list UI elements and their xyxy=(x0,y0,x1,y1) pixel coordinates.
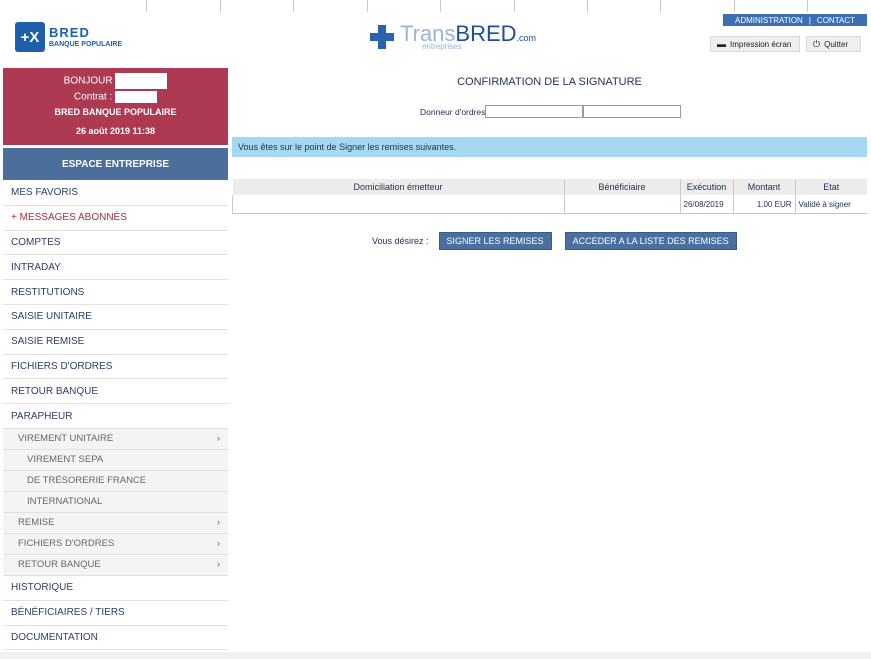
col-execution: Exécution xyxy=(680,179,734,195)
sidebar-item-historique[interactable]: HISTORIQUE xyxy=(3,575,228,601)
administration-link[interactable]: ADMINISTRATION xyxy=(735,16,803,25)
sidebar-item-documentation[interactable]: DOCUMENTATION xyxy=(3,625,228,651)
print-screen-button[interactable]: ▬ Impression écran xyxy=(710,36,800,52)
sidebar-item-fichiers[interactable]: FICHIERS D'ORDRES xyxy=(3,354,228,380)
sidebar-item-restitutions[interactable]: RESTITUTIONS xyxy=(3,280,228,305)
sidebar-sub-retour[interactable]: RETOUR BANQUE › xyxy=(3,554,228,576)
printer-icon: ▬ xyxy=(717,39,726,49)
sidebar-item-saisie-remise[interactable]: SAISIE REMISE xyxy=(3,329,228,355)
donneur-code-field[interactable] xyxy=(485,105,584,118)
greeting: BONJOUR xyxy=(63,75,113,87)
contract-label: Contrat : xyxy=(73,91,113,103)
chevron-right-icon: › xyxy=(216,538,220,550)
sidebar-item-intraday[interactable]: INTRADAY xyxy=(3,255,228,281)
fichiers-label: FICHIERS D'ORDRES xyxy=(18,538,115,550)
cell-etat: Validé à signer xyxy=(795,195,867,214)
cell-domiciliation xyxy=(232,195,565,214)
sign-remises-button[interactable]: SIGNER LES REMISES xyxy=(438,232,552,250)
sidebar-item-saisie-unitaire[interactable]: SAISIE UNITAIRE xyxy=(3,304,228,330)
top-links-bar: ADMINISTRATION | CONTACT xyxy=(723,14,867,26)
actions-label: Vous désirez : xyxy=(372,236,429,246)
quit-button[interactable]: ⏻ Quitter xyxy=(806,36,861,52)
chevron-right-icon: › xyxy=(216,559,220,571)
cell-beneficiaire xyxy=(564,195,681,214)
user-info-panel: BONJOUR Contrat : BRED BANQUE POPULAIRE … xyxy=(3,68,228,145)
bottom-strip xyxy=(0,652,871,659)
bred-tagline: BANQUE POPULAIRE xyxy=(49,41,123,48)
sidebar-sub-tresorerie[interactable]: DE TRÉSORERIE FRANCE xyxy=(3,470,228,492)
chevron-right-icon: › xyxy=(216,433,220,445)
masked-contract xyxy=(115,91,158,103)
trans-com: .com xyxy=(516,33,537,43)
sidebar-sub-remise[interactable]: REMISE › xyxy=(3,512,228,534)
sidebar-item-retour-banque[interactable]: RETOUR BANQUE xyxy=(3,379,228,405)
quit-label: Quitter xyxy=(824,39,849,49)
contact-link[interactable]: CONTACT xyxy=(817,16,855,25)
espace-entreprise-header[interactable]: ESPACE ENTREPRISE xyxy=(3,148,228,180)
sidebar-item-favoris[interactable]: MES FAVORIS xyxy=(3,181,228,206)
donneur-name-field[interactable] xyxy=(583,105,682,118)
virement-unitaire-label: VIREMENT UNITAIRE xyxy=(18,433,114,445)
link-separator: | xyxy=(808,15,811,25)
table-row[interactable]: 26/08/2019 1.00 EUR Validé à signer xyxy=(232,195,867,214)
trans-bold: BRED xyxy=(455,21,517,46)
remises-list-button[interactable]: ACCEDER A LA LISTE DES REMISES xyxy=(564,232,737,250)
session-datetime: 26 août 2019 11:38 xyxy=(75,126,156,136)
chevron-right-icon: › xyxy=(216,517,220,529)
sidebar-menu: MES FAVORIS + MESSAGES ABONNÉS COMPTES I… xyxy=(3,181,228,651)
sidebar-sub-virement-sepa[interactable]: VIREMENT SEPA xyxy=(3,449,228,471)
sidebar-sub-fichiers[interactable]: FICHIERS D'ORDRES › xyxy=(3,533,228,555)
print-label: Impression écran xyxy=(730,39,792,49)
donneur-label: Donneur d'ordres xyxy=(420,106,486,117)
sidebar-item-messages[interactable]: + MESSAGES ABONNÉS xyxy=(3,205,228,231)
remise-label: REMISE xyxy=(18,517,55,529)
col-montant: Montant xyxy=(733,179,796,195)
power-icon: ⏻ xyxy=(813,38,821,49)
bank-name: BRED BANQUE POPULAIRE xyxy=(54,107,177,117)
sidebar-sub-virement-unitaire[interactable]: VIREMENT UNITAIRE › xyxy=(3,428,228,450)
col-beneficiaire: Bénéficiaire xyxy=(564,179,681,195)
remises-table: Domiciliation émetteur Bénéficiaire Exéc… xyxy=(232,179,867,214)
masked-username xyxy=(115,73,168,89)
retour-label: RETOUR BANQUE xyxy=(18,559,101,571)
col-etat: Etat xyxy=(795,179,867,195)
plus-icon xyxy=(368,23,396,51)
sidebar-item-parapheur[interactable]: PARAPHEUR xyxy=(3,404,228,429)
col-domiciliation: Domiciliation émetteur xyxy=(232,179,565,195)
donneur-ordres-row: Donneur d'ordres xyxy=(420,105,682,118)
page-title: CONFIRMATION DE LA SIGNATURE xyxy=(457,76,642,88)
sidebar-item-comptes[interactable]: COMPTES xyxy=(3,230,228,256)
top-ruler xyxy=(0,0,871,12)
actions-row: Vous désirez : SIGNER LES REMISES ACCEDE… xyxy=(372,232,737,250)
sidebar-item-beneficiaires[interactable]: BÉNÉFICIAIRES / TIERS xyxy=(3,600,228,626)
sidebar-sub-international[interactable]: INTERNATIONAL xyxy=(3,491,228,513)
bred-logo[interactable]: +X BRED BANQUE POPULAIRE xyxy=(15,22,122,52)
bred-logo-mark: +X xyxy=(15,22,45,52)
cell-montant: 1.00 EUR xyxy=(733,195,796,214)
bred-name: BRED xyxy=(49,25,90,40)
transbred-logo: TransBRED.com entreprises xyxy=(368,23,536,51)
info-message: Vous êtes sur le point de Signer les rem… xyxy=(232,137,867,157)
cell-execution: 26/08/2019 xyxy=(680,195,734,214)
